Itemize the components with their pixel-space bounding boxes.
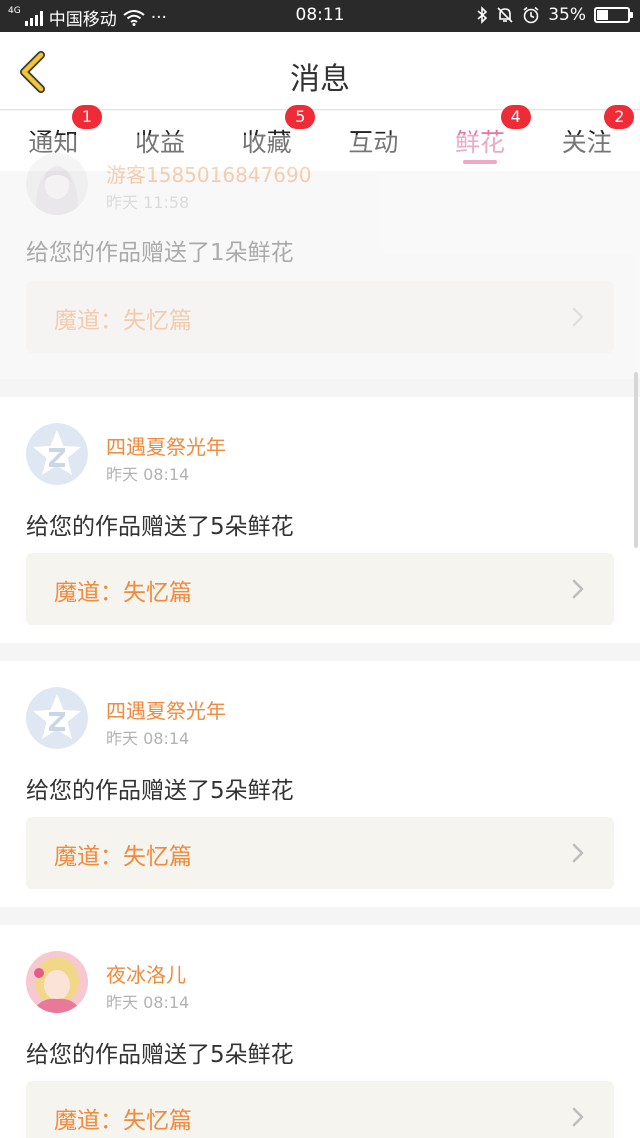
chevron-right-icon: [572, 307, 584, 327]
alarm-icon: [523, 6, 539, 24]
sender-name[interactable]: 游客1585016847690: [106, 159, 311, 188]
mute-bell-icon: [497, 7, 513, 23]
list-item[interactable]: 四遇夏祭光年 昨天 08:14 给您的作品赠送了5朵鲜花 魔道：失忆篇: [0, 397, 640, 643]
pink-photo-avatar: [26, 951, 88, 1013]
work-link[interactable]: 魔道：失忆篇: [26, 281, 614, 353]
work-link[interactable]: 魔道：失忆篇: [26, 1081, 614, 1138]
chevron-right-icon: [572, 1107, 584, 1127]
default-star-avatar: [26, 423, 88, 485]
work-link[interactable]: 魔道：失忆篇: [26, 817, 614, 889]
user-avatar[interactable]: [26, 687, 88, 749]
list-item[interactable]: 夜冰洛儿 昨天 08:14 给您的作品赠送了5朵鲜花 魔道：失忆篇: [0, 925, 640, 1138]
work-title: 魔道：失忆篇: [54, 308, 192, 334]
sender-name[interactable]: 四遇夏祭光年: [106, 695, 226, 724]
app-header: 消息: [0, 32, 640, 110]
message-text: 给您的作品赠送了5朵鲜花: [26, 1042, 294, 1068]
message-time: 昨天 11:58: [106, 193, 190, 212]
illustrated-girl-avatar: [26, 153, 88, 215]
unread-badge: 1: [72, 105, 102, 129]
user-avatar[interactable]: [26, 951, 88, 1013]
sender-name[interactable]: 夜冰洛儿: [106, 959, 186, 988]
unread-badge: 4: [500, 105, 531, 129]
message-text: 给您的作品赠送了5朵鲜花: [26, 514, 294, 540]
message-time: 昨天 08:14: [106, 729, 190, 748]
status-bar: 4G 中国移动 ··· 08:11 35%: [0, 0, 640, 32]
message-time: 昨天 08:14: [106, 993, 190, 1012]
bluetooth-icon: [477, 6, 488, 24]
chevron-right-icon: [572, 843, 584, 863]
unread-badge: 2: [604, 105, 635, 129]
list-item[interactable]: 四遇夏祭光年 昨天 08:14 给您的作品赠送了5朵鲜花 魔道：失忆篇: [0, 661, 640, 907]
user-avatar[interactable]: [26, 423, 88, 485]
list-item[interactable]: 游客1585016847690 昨天 11:58 给您的作品赠送了1朵鲜花 魔道…: [0, 135, 640, 379]
sender-name[interactable]: 四遇夏祭光年: [106, 431, 226, 460]
default-star-avatar: [26, 687, 88, 749]
battery-percent: 35%: [548, 5, 586, 25]
battery-icon: [594, 7, 633, 23]
work-title: 魔道：失忆篇: [54, 844, 192, 870]
work-link[interactable]: 魔道：失忆篇: [26, 553, 614, 625]
message-text: 给您的作品赠送了1朵鲜花: [26, 240, 294, 266]
work-title: 魔道：失忆篇: [54, 580, 192, 606]
user-avatar[interactable]: [26, 153, 88, 215]
unread-badge: 5: [285, 105, 316, 129]
work-title: 魔道：失忆篇: [54, 1108, 192, 1134]
scrollbar[interactable]: [634, 372, 638, 548]
page-title: 消息: [290, 62, 350, 97]
chevron-right-icon: [572, 579, 584, 599]
message-time: 昨天 08:14: [106, 465, 190, 484]
message-text: 给您的作品赠送了5朵鲜花: [26, 778, 294, 804]
